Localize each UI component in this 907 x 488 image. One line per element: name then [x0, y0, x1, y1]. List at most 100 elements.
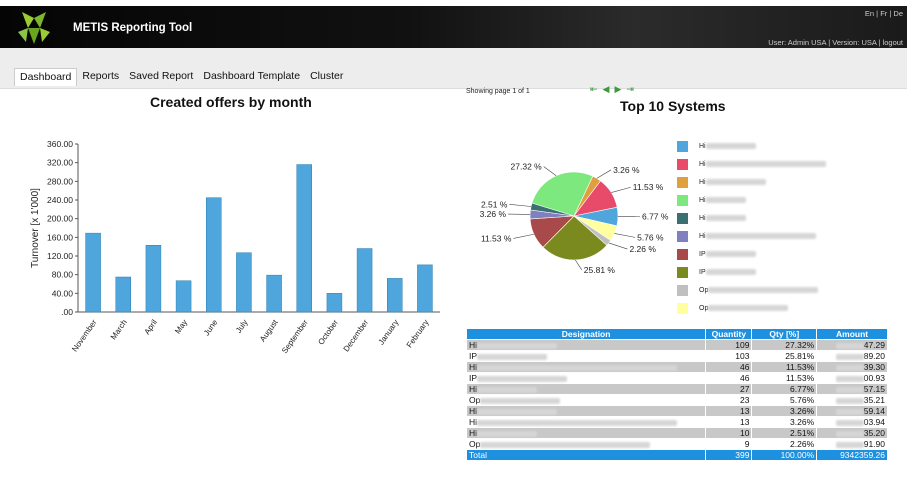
bar-june[interactable]	[206, 197, 222, 313]
designation-text: Op	[469, 395, 481, 405]
table-row[interactable]: Op 9 2.26% 91.90	[465, 438, 888, 450]
bar-april[interactable]	[145, 245, 162, 313]
amount-redacted	[835, 353, 864, 360]
bar-october[interactable]	[326, 293, 343, 313]
legend-redacted-text	[705, 233, 816, 239]
x-tick-label: June	[202, 318, 220, 338]
pager-controls: ⇤ ◀ ▶ ⇥	[590, 84, 634, 95]
pie-slice-label: 25.81 %	[584, 265, 616, 275]
amount-text: 89.20	[863, 351, 885, 361]
legend-item: IP	[677, 264, 826, 280]
amount-text: 59.14	[863, 406, 885, 416]
amount-redacted	[835, 408, 864, 415]
cell-qty-pct: 27.32%	[751, 339, 818, 351]
language-switcher: En | Fr | De	[864, 9, 903, 18]
cell-quantity: 10	[705, 427, 753, 439]
bar-september[interactable]	[296, 164, 312, 313]
amount-redacted	[835, 386, 864, 393]
designation-redacted	[477, 342, 558, 349]
cell-designation: Op	[465, 394, 707, 406]
bar-december[interactable]	[356, 248, 373, 313]
dashboard-main: Created offers by month 360.00 320.00 280.…	[0, 84, 907, 488]
offers-bar-chart: 360.00 320.00 280.00 240.00 200.00 160.00 120.…	[30, 139, 440, 355]
pie-slice-label: 5.76 %	[637, 232, 664, 242]
lang-de[interactable]: De	[893, 9, 903, 18]
bar-march[interactable]	[115, 276, 131, 313]
cell-qty-pct: 2.51%	[751, 427, 818, 439]
cell-designation: Hi	[465, 405, 707, 417]
cell-amount: 39.30	[816, 361, 888, 373]
x-tick-label: May	[173, 318, 189, 336]
bar-february[interactable]	[417, 264, 433, 313]
table-row[interactable]: Hi 46 11.53% 39.30	[465, 361, 888, 373]
pie-slice-label: 6.77 %	[642, 212, 669, 222]
total-qty-pct: 100.00%	[751, 449, 818, 461]
cell-amount: 47.29	[816, 339, 888, 351]
pie-slice-label: 11.53 %	[633, 182, 664, 192]
prev-page-icon[interactable]: ◀	[603, 84, 610, 95]
tab-dashboard[interactable]: Dashboard	[14, 68, 78, 86]
designation-text: Hi	[469, 384, 478, 394]
user-info[interactable]: User: Admin USA | Version: USA | logout	[768, 38, 903, 47]
designation-text: Hi	[469, 428, 478, 438]
x-tick-label: November	[70, 318, 99, 354]
legend-label: Hi	[699, 196, 706, 204]
cell-designation: IP	[465, 372, 707, 384]
bar-january[interactable]	[387, 278, 403, 313]
amount-redacted	[835, 375, 864, 382]
amount-text: 35.20	[863, 428, 885, 438]
total-amount: 9342359.26	[816, 449, 888, 461]
amount-redacted	[835, 364, 864, 371]
cell-amount: 57.15	[816, 383, 888, 395]
bar-july[interactable]	[236, 252, 252, 313]
table-row[interactable]: Hi 10 2.51% 35.20	[465, 427, 888, 439]
tab-reports[interactable]: Reports	[77, 68, 124, 85]
col-qty-pct: Qty [%]	[751, 328, 818, 340]
lang-en[interactable]: En	[865, 9, 874, 18]
table-row[interactable]: Hi 27 6.77% 57.15	[465, 383, 888, 395]
table-row[interactable]: IP 46 11.53% 00.93	[465, 372, 888, 384]
cell-designation: Hi	[465, 416, 707, 428]
cell-quantity: 103	[705, 350, 753, 362]
table-row[interactable]: Op 23 5.76% 35.21	[465, 394, 888, 406]
table-row[interactable]: Hi 13 3.26% 59.14	[465, 405, 888, 417]
cell-qty-pct: 11.53%	[751, 361, 818, 373]
legend-swatch	[677, 194, 688, 206]
table-row[interactable]: Hi 109 27.32% 47.29	[465, 339, 888, 351]
legend-redacted-text	[705, 251, 756, 257]
pie-leader	[575, 259, 583, 271]
col-quantity: Quantity	[705, 328, 753, 340]
legend-redacted-text	[705, 161, 826, 167]
tab-saved-report[interactable]: Saved Report	[124, 68, 198, 85]
amount-text: 47.29	[863, 340, 885, 350]
legend-item: Hi	[677, 192, 826, 208]
tab-cluster[interactable]: Cluster	[305, 68, 348, 85]
bar-may[interactable]	[175, 280, 192, 313]
col-amount: Amount	[816, 328, 888, 340]
pie-leader	[614, 233, 636, 238]
legend-swatch	[677, 176, 688, 188]
cell-quantity: 13	[705, 416, 753, 428]
table-row[interactable]: Hi 13 3.26% 03.94	[465, 416, 888, 428]
bar-november[interactable]	[85, 232, 101, 313]
table-row[interactable]: IP 103 25.81% 89.20	[465, 350, 888, 362]
bar-chart-title: Created offers by month	[150, 94, 312, 110]
first-page-icon[interactable]: ⇤	[590, 84, 598, 95]
cell-amount: 35.21	[816, 394, 888, 406]
next-page-icon[interactable]: ▶	[614, 84, 621, 95]
legend-item: Op	[677, 282, 826, 298]
tab-dashboard-template[interactable]: Dashboard Template	[198, 68, 305, 85]
cell-quantity: 27	[705, 383, 753, 395]
lang-fr[interactable]: Fr	[880, 9, 887, 18]
amount-redacted	[835, 441, 864, 448]
designation-redacted	[477, 419, 678, 426]
legend-swatch	[677, 248, 688, 260]
y-tick-label: 200.00	[47, 214, 73, 224]
legend-swatch	[677, 266, 688, 278]
last-page-icon[interactable]: ⇥	[626, 84, 634, 95]
amount-redacted	[835, 397, 864, 404]
cell-qty-pct: 2.26%	[751, 438, 818, 450]
designation-text: Op	[469, 439, 481, 449]
designation-text: Hi	[469, 406, 478, 416]
bar-august[interactable]	[266, 274, 282, 313]
